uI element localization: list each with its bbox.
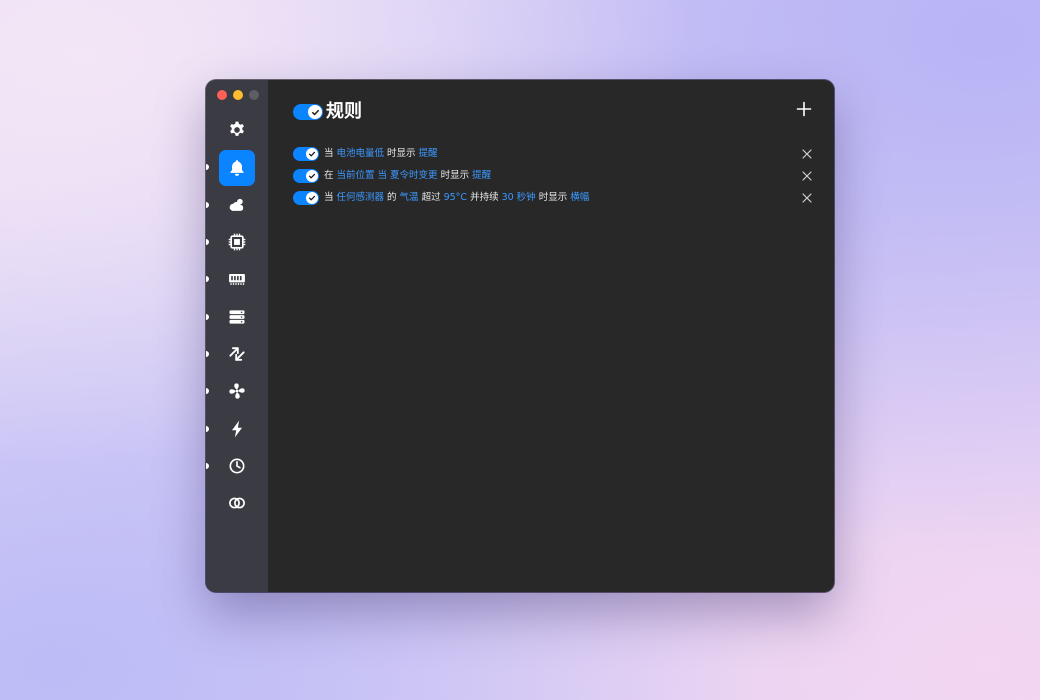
minimize-window-button[interactable] [233,90,243,100]
sidebar-item-clock[interactable] [219,448,255,484]
bell-icon [230,160,244,176]
disk-stack-icon [229,310,245,324]
rule-text: 当电池电量低 时显示 提醒 [324,146,441,162]
sidebar-item-memory[interactable] [219,261,255,297]
zoom-window-button[interactable] [249,90,259,100]
checkmark-icon [308,195,316,201]
close-icon [802,193,812,203]
rule-static-text: 并持续 [470,192,499,203]
rule-toggle[interactable] [293,147,319,161]
rule-option-link[interactable]: 提醒 [472,170,491,181]
rule-option-link[interactable]: 夏令时变更 [390,170,438,181]
bolt-icon [232,420,242,438]
rule-static-text: 在 [324,170,334,181]
clock-icon [229,458,245,474]
sidebar-marker [206,426,209,432]
rule-row: 当电池电量低 时显示 提醒 [293,146,812,162]
rings-icon [229,497,245,509]
main-panel: 规则 当电池电量低 时显示 提醒在当前位置当夏令时变更 时显示 提醒当任何感测器的气温超… [268,80,834,592]
toggle-knob [306,148,318,160]
rule-option-link[interactable]: 气温 [400,192,419,203]
rule-option-link[interactable]: 任何感测器 [337,192,385,203]
sidebar-item-notifications[interactable] [219,150,255,186]
rules-master-toggle[interactable] [293,104,323,120]
rule-static-text: 时显示 [387,148,416,159]
delete-rule-button[interactable] [802,193,812,203]
rule-static-text: 的 [387,192,397,203]
rule-option-link[interactable]: 横幅 [570,192,589,203]
rule-option-link[interactable]: 30 秒钟 [502,192,536,203]
page-title: 规则 [326,101,362,122]
rule-row: 当任何感测器的气温 超过 95°C 并持续 30 秒钟 时显示 横幅 [293,190,812,206]
rule-static-text: 超过 [421,192,441,203]
rule-toggle[interactable] [293,191,319,205]
sidebar-marker [206,388,209,394]
plus-icon [796,101,812,117]
close-window-button[interactable] [217,90,227,100]
sidebar-marker [206,276,209,282]
toggle-knob [306,170,318,182]
rule-static-text: 时显示 [538,192,568,203]
gear-icon [230,121,244,136]
fan-icon [229,383,245,399]
add-rule-button[interactable] [796,101,812,117]
rule-static-text: 当 [324,148,334,159]
memory-icon [229,274,245,285]
sidebar [206,80,268,592]
rule-option-link[interactable]: 当前位置 [337,170,375,181]
toggle-knob [308,105,322,119]
sidebar-marker [206,202,209,208]
close-icon [802,149,812,159]
checkmark-icon [311,109,319,115]
sidebar-item-weather[interactable] [219,187,255,223]
sidebar-marker [206,314,209,320]
sidebar-item-disk[interactable] [219,299,255,335]
rule-static-text: 当 [324,192,334,203]
sidebar-marker [206,164,209,170]
sidebar-marker [206,239,209,245]
sidebar-marker [206,351,209,357]
rule-static-text: 时显示 [440,170,470,181]
cpu-chip-icon [228,233,246,251]
rule-text: 当任何感测器的气温 超过 95°C 并持续 30 秒钟 时显示 横幅 [324,190,592,206]
rule-row: 在当前位置当夏令时变更 时显示 提醒 [293,168,812,184]
delete-rule-button[interactable] [802,149,812,159]
rule-toggle[interactable] [293,169,319,183]
rule-option-link[interactable]: 95°C [444,192,467,203]
sidebar-item-power[interactable] [219,411,255,447]
sidebar-item-settings[interactable] [219,112,255,148]
arrows-icon [229,347,245,361]
toggle-knob [306,192,318,204]
sidebar-item-cpu[interactable] [219,224,255,260]
checkmark-icon [308,173,316,179]
app-window: 规则 当电池电量低 时显示 提醒在当前位置当夏令时变更 时显示 提醒当任何感测器的气温超… [206,80,834,592]
rule-text: 在当前位置当夏令时变更 时显示 提醒 [324,168,494,184]
checkmark-icon [308,151,316,157]
sidebar-marker [206,463,209,469]
rule-option-link[interactable]: 提醒 [419,148,438,159]
sidebar-item-fan[interactable] [219,373,255,409]
sidebar-item-combined[interactable] [219,485,255,521]
window-controls [217,90,259,100]
cloud-sun-icon [229,198,244,211]
sidebar-item-network[interactable] [219,336,255,372]
rule-option-link[interactable]: 当 [378,170,388,181]
delete-rule-button[interactable] [802,171,812,181]
close-icon [802,171,812,181]
rule-option-link[interactable]: 电池电量低 [337,148,385,159]
